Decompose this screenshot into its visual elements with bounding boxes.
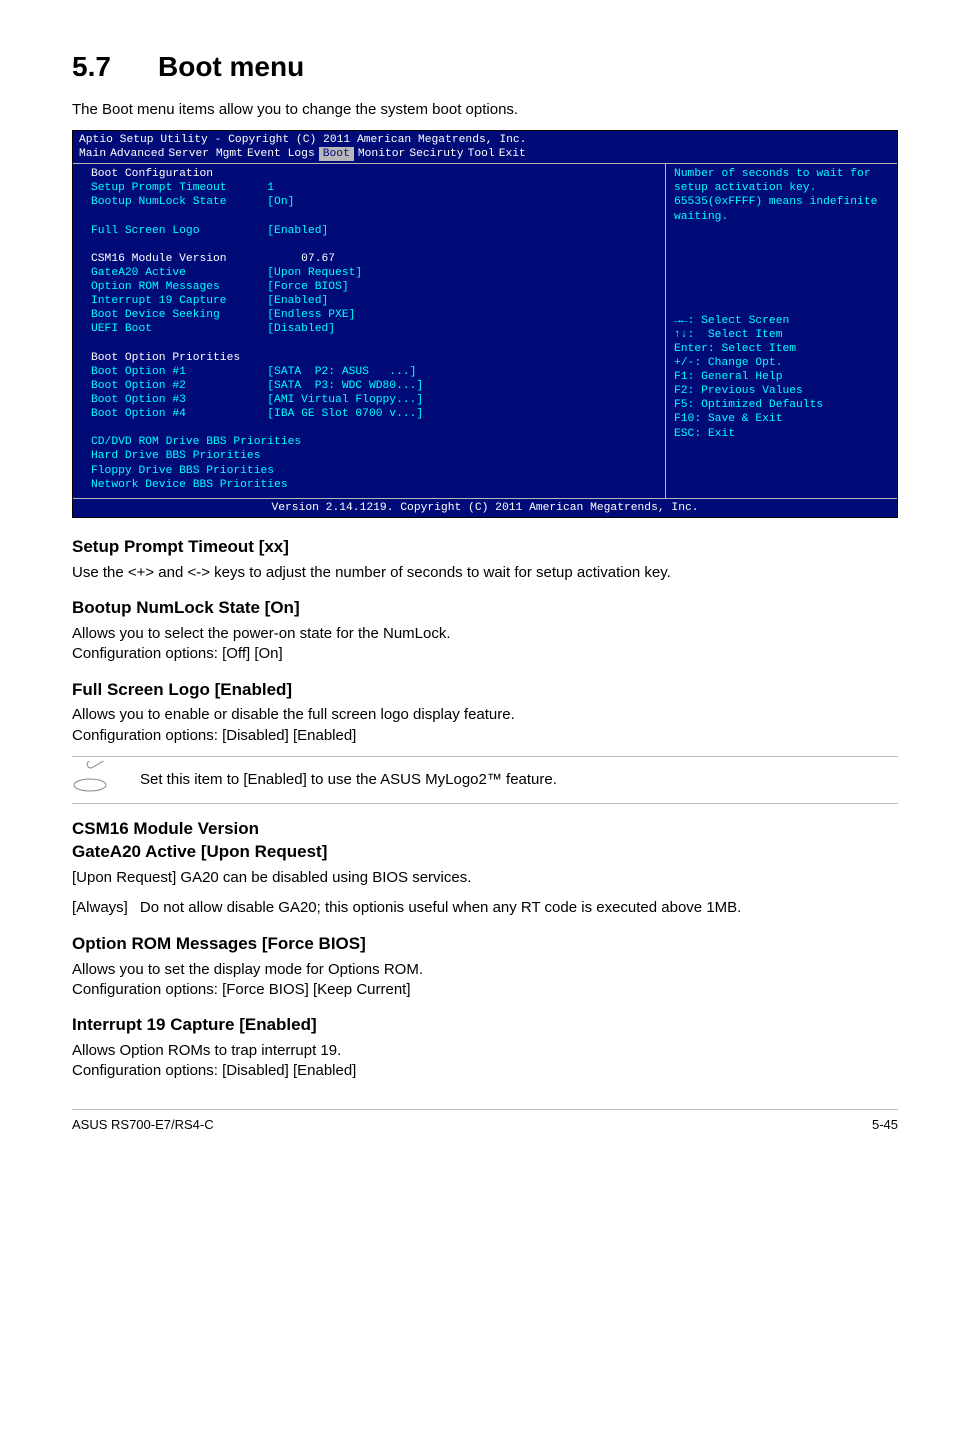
bios-group3-title: Boot Option Priorities (91, 352, 240, 364)
bios-footer-line: Version 2.14.1219. Copyright (C) 2011 Am… (73, 498, 897, 517)
body-gatea20-line1: [Upon Request] GA20 can be disabled usin… (72, 868, 898, 888)
bios-tab-advanced: Advanced (110, 147, 164, 161)
bios-group2-items: GateA20 Active [Upon Request] Option ROM… (91, 267, 362, 335)
bios-body: Boot Configuration Setup Prompt Timeout … (73, 164, 897, 498)
definition-list: [Always] Do not allow disable GA20; this… (72, 898, 741, 918)
note-text: Set this item to [Enabled] to use the AS… (140, 770, 557, 790)
bios-group2-title: CSM16 Module Version 07.67 (91, 253, 335, 265)
footer-model: ASUS RS700-E7/RS4-C (72, 1116, 214, 1134)
bios-left-pane: Boot Configuration Setup Prompt Timeout … (73, 164, 666, 498)
subhead-interrupt19: Interrupt 19 Capture [Enabled] (72, 1014, 898, 1037)
body-fullscreen: Allows you to enable or disable the full… (72, 705, 898, 746)
subhead-numlock: Bootup NumLock State [On] (72, 597, 898, 620)
subhead-gatea20: GateA20 Active [Upon Request] (72, 841, 898, 864)
page-footer: ASUS RS700-E7/RS4-C 5-45 (72, 1109, 898, 1134)
body-option-rom: Allows you to set the display mode for O… (72, 960, 898, 1001)
subhead-option-rom: Option ROM Messages [Force BIOS] (72, 933, 898, 956)
subhead-csm16: CSM16 Module Version (72, 818, 898, 841)
bios-tab-exit: Exit (499, 147, 526, 161)
bios-menubar: Main Advanced Server Mgmt Event Logs Boo… (73, 147, 897, 164)
bios-tab-monitor: Monitor (358, 147, 405, 161)
bios-help-text: Number of seconds to wait for setup acti… (674, 167, 889, 223)
body-interrupt19: Allows Option ROMs to trap interrupt 19.… (72, 1041, 898, 1082)
note-callout: Set this item to [Enabled] to use the AS… (72, 756, 898, 804)
page-heading: 5.7Boot menu (72, 48, 898, 86)
bios-tab-boot: Boot (319, 147, 354, 161)
subhead-fullscreen: Full Screen Logo [Enabled] (72, 679, 898, 702)
bios-tab-security: Seciruty (409, 147, 463, 161)
bios-group1-items: Setup Prompt Timeout 1 Bootup NumLock St… (91, 182, 328, 236)
bios-group3-items: Boot Option #1 [SATA P2: ASUS ...] Boot … (91, 366, 423, 491)
intro-text: The Boot menu items allow you to change … (72, 100, 898, 120)
bios-title-line: Aptio Setup Utility - Copyright (C) 2011… (73, 131, 897, 147)
bios-group1-title: Boot Configuration (91, 168, 213, 180)
bios-key-help: →←: Select Screen ↑↓: Select Item Enter:… (674, 314, 889, 441)
bios-tab-main: Main (79, 147, 106, 161)
section-title: Boot menu (158, 51, 304, 82)
bios-right-pane: Number of seconds to wait for setup acti… (666, 164, 897, 498)
section-number: 5.7 (72, 48, 158, 86)
subhead-setup-prompt: Setup Prompt Timeout [xx] (72, 536, 898, 559)
def-term-always: [Always] (72, 898, 140, 918)
def-def-always: Do not allow disable GA20; this optionis… (140, 898, 741, 918)
bios-tab-tool: Tool (468, 147, 495, 161)
pencil-note-icon (72, 761, 118, 799)
footer-page-number: 5-45 (872, 1116, 898, 1134)
body-setup-prompt: Use the <+> and <-> keys to adjust the n… (72, 563, 898, 583)
bios-screenshot: Aptio Setup Utility - Copyright (C) 2011… (72, 130, 898, 518)
body-numlock: Allows you to select the power-on state … (72, 624, 898, 665)
bios-tab-server-mgmt: Server Mgmt (168, 147, 243, 161)
bios-tab-event-logs: Event Logs (247, 147, 315, 161)
